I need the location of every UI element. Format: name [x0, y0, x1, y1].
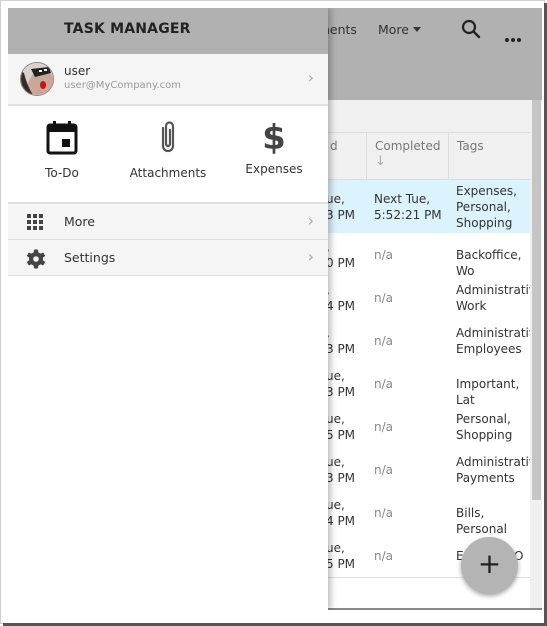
search-icon[interactable] — [461, 19, 481, 39]
avatar — [20, 62, 54, 96]
table-cell: Next Tue, — [374, 191, 431, 206]
table-cell: 4 PM — [326, 513, 356, 528]
chevron-right-icon: › — [307, 247, 314, 266]
user-email: user@MyCompany.com — [64, 80, 182, 91]
table-cell: Backoffice, Wo — [456, 247, 522, 278]
table-cell: n/a — [374, 376, 394, 391]
dollar-icon: $ — [262, 118, 286, 158]
table-cell: n/a — [374, 419, 394, 434]
table-cell: Personal, — [456, 411, 511, 426]
table-cell: Shopping — [456, 427, 513, 442]
table-cell: 5:52:21 PM — [374, 207, 442, 222]
app-window: nents More d Completed ↓ Tags ue, 3 PM Next… — [8, 8, 542, 610]
chevron-right-icon: › — [307, 211, 314, 230]
sort-descending-icon: ↓ — [375, 154, 386, 169]
table-cell: Personal, — [456, 199, 511, 214]
scrollbar-thumb[interactable] — [532, 100, 541, 500]
avatar-image — [21, 63, 53, 95]
add-task-button[interactable]: + — [461, 537, 518, 594]
grid-scrollbar[interactable] — [530, 100, 542, 610]
paperclip-icon — [161, 121, 175, 153]
table-cell: n/a — [374, 290, 394, 305]
plus-icon: + — [477, 547, 502, 580]
tile-label: Attachments — [129, 166, 207, 180]
table-cell: ue, — [326, 540, 345, 555]
menu-item-settings[interactable]: Settings › — [8, 240, 328, 276]
column-header-label: Tags — [457, 139, 484, 153]
tile-attachments[interactable]: Attachments — [118, 120, 218, 180]
drawer-header: TASK MANAGER — [8, 8, 328, 54]
quick-links: To-Do Attachments $ Expenses — [8, 106, 328, 204]
table-cell: Expenses, — [456, 183, 517, 198]
table-cell: n/a — [374, 247, 394, 262]
table-cell: Bills, Personal — [456, 505, 508, 536]
apps-grid-icon — [27, 214, 43, 230]
table-cell: 5 PM — [326, 556, 356, 571]
gear-icon — [27, 249, 45, 269]
table-cell: ue, — [326, 368, 345, 383]
menu-item-more[interactable]: More › — [8, 204, 328, 240]
table-cell: n/a — [374, 505, 394, 520]
more-menu-label: More — [378, 22, 409, 37]
table-cell: ue, — [326, 191, 345, 206]
caret-down-icon — [413, 27, 421, 32]
calendar-icon — [46, 121, 78, 155]
column-header-date[interactable]: d — [330, 133, 366, 179]
table-cell: n/a — [374, 333, 394, 348]
table-cell: n/a — [374, 462, 394, 477]
table-cell: 3 PM — [326, 207, 356, 222]
table-cell: Payments — [456, 470, 515, 485]
table-cell: n/a — [374, 548, 394, 563]
tile-label: To-Do — [45, 166, 79, 180]
chevron-right-icon: › — [307, 68, 314, 87]
table-cell: Important, Lat — [456, 376, 520, 407]
table-cell: 0 PM — [326, 255, 356, 270]
table-cell: 5 PM — [326, 427, 356, 442]
table-cell: 3 PM — [326, 470, 356, 485]
table-cell: Work — [456, 298, 487, 313]
navigation-drawer: TASK MANAGER user user@MyCompany.com › T… — [8, 8, 328, 610]
table-cell: 3 PM — [326, 384, 356, 399]
column-header-completed[interactable]: Completed ↓ — [366, 133, 448, 179]
user-account-row[interactable]: user user@MyCompany.com › — [8, 54, 328, 106]
table-cell: 3 PM — [326, 341, 356, 356]
user-name: user — [64, 64, 91, 78]
table-cell: ue, — [326, 497, 345, 512]
table-cell: Employees — [456, 341, 522, 356]
table-cell: ue, — [326, 411, 345, 426]
tile-label: Expenses — [245, 162, 303, 176]
column-header-tags[interactable]: Tags — [448, 133, 530, 179]
more-menu-button[interactable]: More — [378, 22, 421, 37]
ellipsis-icon[interactable] — [505, 27, 523, 46]
column-header-label: d — [330, 139, 338, 153]
tile-expenses[interactable]: $ Expenses — [224, 120, 324, 176]
app-title: TASK MANAGER — [64, 21, 191, 37]
tile-to-do[interactable]: To-Do — [12, 120, 112, 180]
menu-item-label: More — [64, 214, 95, 229]
table-cell: 4 PM — [326, 298, 356, 313]
table-cell: ue, — [326, 454, 345, 469]
menu-item-label: Settings — [64, 250, 116, 265]
table-cell: Shopping — [456, 215, 513, 230]
column-header-label: Completed — [375, 139, 441, 153]
